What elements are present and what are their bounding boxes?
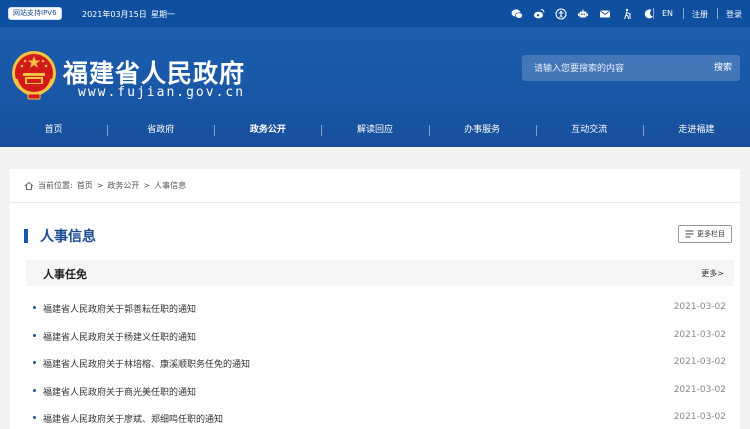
- list-item-date: 2021-03-02: [673, 412, 726, 422]
- login-link[interactable]: 登录: [726, 9, 742, 20]
- list-item: 福建省人民政府关于郭善耘任职的通知 2021-03-02: [30, 297, 734, 325]
- national-emblem-icon: [12, 51, 56, 100]
- elder-mode-icon[interactable]: [616, 7, 638, 20]
- breadcrumb-gov-affairs[interactable]: 政务公开: [107, 180, 139, 191]
- list-item-title[interactable]: 福建省人民政府关于商光美任职的通知: [43, 385, 196, 398]
- list-item: 福建省人民政府关于廖斌、郑细鸣任职的通知 2021-03-02: [30, 407, 734, 429]
- breadcrumb-home[interactable]: 首页: [77, 180, 93, 191]
- robot-icon[interactable]: [572, 7, 594, 20]
- search-box: 搜索: [522, 55, 740, 81]
- breadcrumb-current[interactable]: 人事信息: [154, 180, 186, 191]
- accessibility-icon[interactable]: [550, 7, 572, 20]
- moon-icon[interactable]: [638, 7, 660, 20]
- divider: [10, 202, 740, 203]
- bullet-icon: [33, 333, 36, 337]
- topbar-separator: [717, 8, 718, 19]
- nav-item-government[interactable]: 省政府: [107, 117, 214, 143]
- home-icon: [24, 181, 34, 190]
- notice-list: 福建省人民政府关于郭善耘任职的通知 2021-03-02 福建省人民政府关于杨建…: [30, 297, 734, 429]
- list-item: 福建省人民政府关于商光美任职的通知 2021-03-02: [30, 380, 734, 408]
- bullet-icon: [33, 388, 36, 392]
- nav-item-interaction[interactable]: 互动交流: [535, 117, 643, 143]
- nav-item-services[interactable]: 办事服务: [428, 117, 536, 143]
- list-icon: [685, 230, 694, 238]
- topbar-separator: [653, 8, 654, 19]
- nav-item-interpretation[interactable]: 解读回应: [321, 117, 428, 143]
- breadcrumb-separator: >: [96, 181, 104, 190]
- subsection-title: 人事任免: [43, 268, 87, 281]
- site-url: www.fujian.gov.cn: [78, 85, 246, 100]
- list-item-date: 2021-03-02: [673, 329, 726, 340]
- mail-icon[interactable]: [594, 7, 616, 20]
- current-weekday: 星期一: [151, 10, 175, 19]
- list-item-title[interactable]: 福建省人民政府关于杨建义任职的通知: [43, 330, 196, 343]
- section-accent-bar: [24, 229, 28, 243]
- list-item-title[interactable]: 福建省人民政府关于郭善耘任职的通知: [43, 302, 196, 315]
- bullet-icon: [33, 361, 36, 364]
- search-input[interactable]: [522, 55, 702, 81]
- nav-item-gov-affairs[interactable]: 政务公开: [214, 117, 321, 143]
- lang-switch-en[interactable]: EN: [662, 9, 673, 18]
- breadcrumb-prefix: 当前位置:: [38, 181, 73, 190]
- main-nav: 首页 省政府 政务公开 解读回应 办事服务 互动交流 走进福建: [0, 117, 750, 143]
- bullet-icon: [33, 306, 36, 309]
- topbar-icon-group: [506, 7, 660, 20]
- topbar-separator: [683, 8, 684, 19]
- site-header: 福建省人民政府 www.fujian.gov.cn 搜索 首页 省政府 政务公开…: [0, 27, 750, 147]
- main-content: 当前位置: 首页 > 政务公开 > 人事信息 人事信息 更多栏目 人事任免 更多…: [10, 169, 740, 429]
- nav-item-about-fujian[interactable]: 走进福建: [642, 117, 750, 143]
- list-item: 福建省人民政府关于杨建义任职的通知 2021-03-02: [30, 325, 734, 353]
- list-item-date: 2021-03-02: [673, 302, 726, 312]
- list-item-date: 2021-03-02: [673, 384, 726, 395]
- section-header: 人事信息: [24, 226, 96, 246]
- list-item-title[interactable]: 福建省人民政府关于廖斌、郑细鸣任职的通知: [43, 412, 223, 425]
- search-button[interactable]: 搜索: [712, 55, 734, 81]
- list-item-title[interactable]: 福建省人民政府关于林培榕、康溪顺职务任免的通知: [43, 357, 250, 370]
- section-title: 人事信息: [40, 229, 96, 245]
- register-link[interactable]: 注册: [692, 9, 708, 20]
- more-columns-label: 更多栏目: [697, 230, 725, 238]
- subsection-header: 人事任免 更多>: [26, 260, 734, 286]
- wechat-icon[interactable]: [506, 7, 528, 20]
- current-date: 2021年03月15日: [82, 10, 147, 19]
- breadcrumb: 当前位置: 首页 > 政务公开 > 人事信息: [24, 180, 186, 191]
- bullet-icon: [33, 416, 36, 419]
- nav-item-home[interactable]: 首页: [0, 117, 107, 143]
- breadcrumb-separator: >: [143, 181, 151, 190]
- weibo-icon[interactable]: [528, 7, 550, 20]
- top-bar: 网站支持IPV6 2021年03月15日 星期一 EN 注册 登录: [0, 0, 750, 27]
- more-columns-button[interactable]: 更多栏目: [678, 225, 732, 243]
- more-link[interactable]: 更多>: [701, 268, 724, 279]
- list-item: 福建省人民政府关于林培榕、康溪顺职务任免的通知 2021-03-02: [30, 352, 734, 380]
- list-item-date: 2021-03-02: [673, 357, 726, 367]
- ipv6-badge: 网站支持IPV6: [8, 7, 62, 20]
